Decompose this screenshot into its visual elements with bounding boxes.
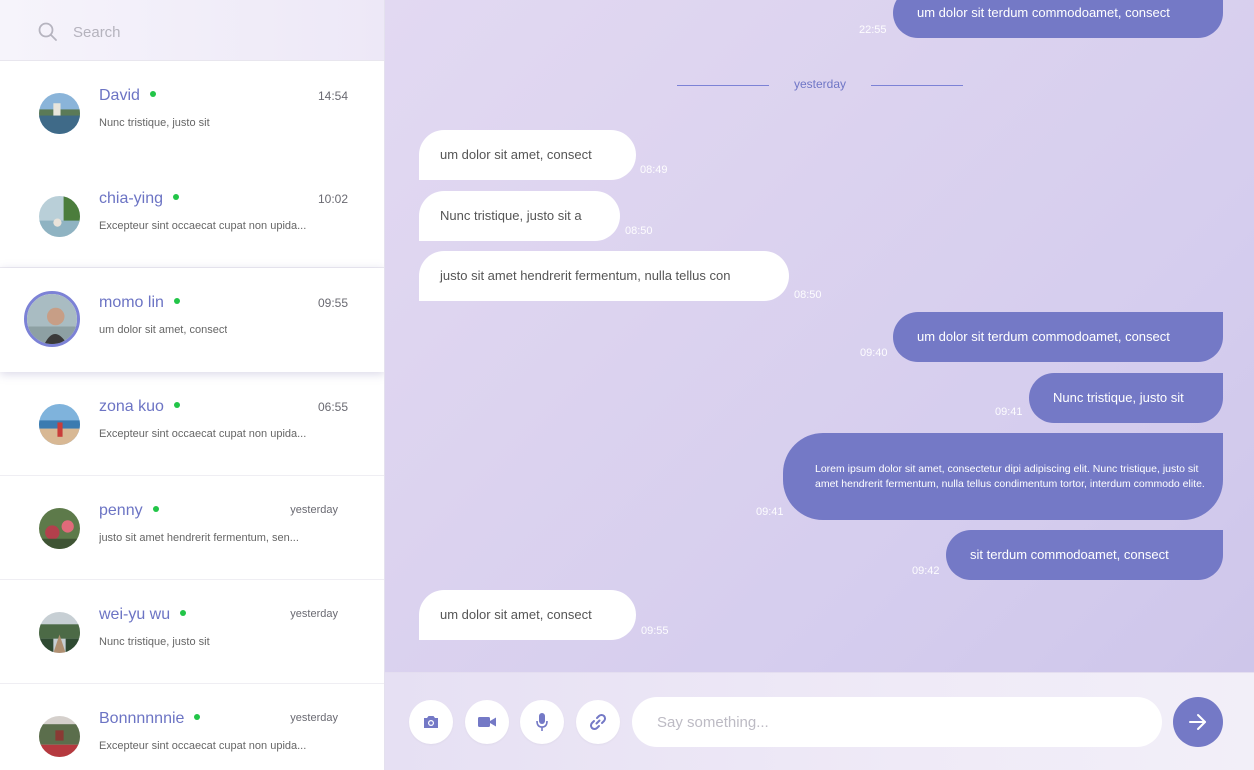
message-input[interactable] xyxy=(632,697,1162,747)
contact-time: 14:54 xyxy=(317,89,348,103)
video-button[interactable] xyxy=(465,700,509,744)
message-time: 09:41 xyxy=(756,506,784,518)
contact-time: yesterday xyxy=(290,504,338,516)
online-indicator xyxy=(152,505,159,512)
message-time: 09:41 xyxy=(995,406,1023,418)
contact-preview: Excepteur sint occaecat cupat non upida.… xyxy=(99,740,307,752)
contact-name: Bonnnnnnie xyxy=(99,710,201,728)
avatar xyxy=(39,93,80,134)
message-outgoing: um dolor sit terdum commodoamet, consect xyxy=(893,312,1223,362)
contact-preview: justo sit amet hendrerit fermentum, sen.… xyxy=(99,532,299,544)
contact-preview: um dolor sit amet, consect xyxy=(99,324,228,336)
message-outgoing: um dolor sit terdum commodoamet, consect xyxy=(893,0,1223,38)
message-text: Nunc tristique, justo sit a xyxy=(440,207,582,223)
link-icon xyxy=(589,713,607,731)
video-icon xyxy=(478,717,496,727)
date-divider: yesterday xyxy=(677,76,963,94)
contact-item-wei-yu-wu[interactable]: wei-yu wu yesterday Nunc tristique, just… xyxy=(0,580,384,684)
microphone-icon xyxy=(536,713,548,731)
chat-area: um dolor sit terdum commodoamet, consect… xyxy=(385,0,1254,672)
online-indicator xyxy=(173,193,180,200)
contact-preview: Excepteur sint occaecat cupat non upida.… xyxy=(99,428,307,440)
camera-button[interactable] xyxy=(409,700,453,744)
contact-item-david[interactable]: David 14:54 Nunc tristique, justo sit xyxy=(0,61,384,165)
arrow-right-icon xyxy=(1189,714,1206,730)
message-outgoing: sit terdum commodoamet, consect xyxy=(946,530,1223,580)
message-time: 09:40 xyxy=(860,347,888,359)
contact-sidebar: David 14:54 Nunc tristique, justo sit ch… xyxy=(0,0,385,770)
avatar xyxy=(24,291,80,347)
divider-line xyxy=(871,85,963,86)
contact-time: 09:55 xyxy=(317,296,348,310)
contact-item-zona-kuo[interactable]: zona kuo 06:55 Excepteur sint occaecat c… xyxy=(0,372,384,476)
contact-item-bonnnnnnie[interactable]: Bonnnnnnie yesterday Excepteur sint occa… xyxy=(0,684,384,770)
message-time: 08:49 xyxy=(640,164,668,176)
avatar xyxy=(39,404,80,445)
message-text: um dolor sit terdum commodoamet, consect xyxy=(917,4,1170,20)
message-time: 22:55 xyxy=(859,24,887,36)
search-icon[interactable] xyxy=(37,21,59,43)
avatar xyxy=(39,716,80,757)
message-time: 08:50 xyxy=(794,289,822,301)
contact-time: 06:55 xyxy=(317,400,348,414)
message-incoming: um dolor sit amet, consect xyxy=(419,590,636,640)
search-input[interactable] xyxy=(73,20,353,44)
message-text: Lorem ipsum dolor sit amet, consectetur … xyxy=(815,463,1205,490)
avatar xyxy=(39,612,80,653)
contact-name: wei-yu wu xyxy=(99,606,187,624)
send-button[interactable] xyxy=(1173,697,1223,747)
online-indicator xyxy=(173,401,180,408)
message-text: um dolor sit amet, consect xyxy=(440,606,592,622)
message-text: um dolor sit amet, consect xyxy=(440,146,592,162)
message-text: sit terdum commodoamet, consect xyxy=(970,546,1169,562)
message-text: justo sit amet hendrerit fermentum, null… xyxy=(440,267,731,283)
link-button[interactable] xyxy=(576,700,620,744)
message-incoming: justo sit amet hendrerit fermentum, null… xyxy=(419,251,789,301)
contact-preview: Nunc tristique, justo sit xyxy=(99,636,210,648)
message-incoming: Nunc tristique, justo sit a xyxy=(419,191,620,241)
contact-item-momo-lin[interactable]: momo lin 09:55 um dolor sit amet, consec… xyxy=(0,268,384,372)
contact-name: momo lin xyxy=(99,294,180,312)
contact-item-penny[interactable]: penny yesterday justo sit amet hendrerit… xyxy=(0,476,384,580)
contact-time: 10:02 xyxy=(317,192,348,206)
message-outgoing: Nunc tristique, justo sit xyxy=(1029,373,1223,423)
contact-item-chia-ying[interactable]: chia-ying 10:02 Excepteur sint occaecat … xyxy=(0,164,384,268)
contact-name: zona kuo xyxy=(99,398,180,416)
avatar xyxy=(39,508,80,549)
message-composer xyxy=(385,672,1254,770)
message-time: 08:50 xyxy=(625,225,653,237)
contact-preview: Nunc tristique, justo sit xyxy=(99,117,210,129)
online-indicator xyxy=(173,297,180,304)
contact-name: chia-ying xyxy=(99,190,180,208)
contact-name: penny xyxy=(99,502,159,520)
online-indicator xyxy=(149,90,156,97)
contact-time: yesterday xyxy=(290,608,338,620)
online-indicator xyxy=(194,713,201,720)
message-text: um dolor sit terdum commodoamet, consect xyxy=(917,328,1170,344)
search-bar xyxy=(0,0,384,61)
divider-label: yesterday xyxy=(793,77,847,91)
message-text: Nunc tristique, justo sit xyxy=(1053,389,1184,405)
message-time: 09:55 xyxy=(641,625,669,637)
contact-preview: Excepteur sint occaecat cupat non upida.… xyxy=(99,220,307,232)
online-indicator xyxy=(180,609,187,616)
message-incoming: um dolor sit amet, consect xyxy=(419,130,636,180)
message-outgoing: Lorem ipsum dolor sit amet, consectetur … xyxy=(783,433,1223,520)
message-time: 09:42 xyxy=(912,565,940,577)
microphone-button[interactable] xyxy=(520,700,564,744)
camera-icon xyxy=(424,716,438,728)
contact-name: David xyxy=(99,87,156,105)
avatar xyxy=(39,196,80,237)
contact-time: yesterday xyxy=(290,712,338,724)
